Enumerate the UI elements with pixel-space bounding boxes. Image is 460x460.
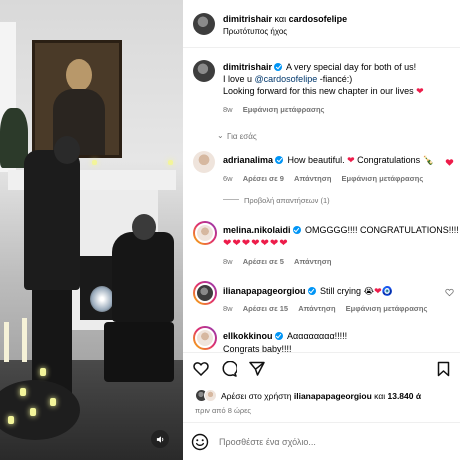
champagne-emoji-icon: 🍾 [422, 155, 434, 165]
reply-button[interactable]: Απάντηση [294, 257, 331, 266]
comment-item: ilianapapageorgiou Still crying 😭❤🧿 [223, 286, 393, 297]
coauthor-link[interactable]: cardosofelipe [289, 14, 348, 24]
mute-button[interactable] [151, 430, 169, 448]
caption-line2-prefix: I love u [223, 74, 255, 84]
share-icon[interactable] [249, 361, 265, 376]
view-replies[interactable]: Προβολή απαντήσεων (1) [223, 196, 330, 205]
comment-item: adrianalima How beautiful. ❤ Congratulat… [223, 155, 434, 166]
tea-light [30, 408, 36, 416]
reply-button[interactable]: Απάντηση [298, 304, 335, 313]
reply-button[interactable]: Απάντηση [294, 174, 331, 183]
tea-light [50, 398, 56, 406]
comment-avatar[interactable] [193, 326, 217, 350]
like-comment-icon[interactable] [445, 158, 454, 167]
comment-text-2: Congratulations [354, 155, 423, 165]
author-avatar[interactable] [193, 13, 215, 35]
comment-user[interactable]: ellkokkinou [223, 331, 273, 341]
comment-time: 8w [223, 304, 233, 313]
likes-summary: Αρέσει στο χρήστη ilianapapageorgiou και… [221, 391, 421, 401]
view-replies-label: Προβολή απαντήσεων (1) [244, 196, 330, 205]
comment-avatar[interactable] [193, 151, 215, 173]
heart-emoji-icon: ❤ [374, 286, 382, 296]
standing-man [24, 136, 80, 400]
heart-emoji-icon: ❤ [347, 155, 355, 165]
author-link[interactable]: dimitrishair [223, 14, 272, 24]
tea-light [40, 368, 46, 376]
like-comment-icon[interactable] [445, 288, 454, 297]
heart-emoji-icon: ❤ [416, 86, 424, 96]
verified-badge-icon [292, 226, 301, 234]
post-panel: dimitrishair και cardosofelipe Πρωτότυπο… [183, 0, 460, 460]
comment-time: 8w [223, 257, 233, 266]
verified-badge-icon [307, 287, 316, 295]
verified-badge-icon [275, 156, 284, 164]
caption-avatar[interactable] [193, 60, 215, 82]
hearts-emoji-icon: ❤❤❤❤❤❤❤ [223, 238, 289, 249]
comment-likes[interactable]: Αρέσει σε 15 [243, 304, 288, 313]
comment-likes[interactable]: Αρέσει σε 5 [243, 257, 284, 266]
translate-button[interactable]: Εμφάνιση μετάφρασης [342, 174, 424, 183]
comment-meta: 6w Αρέσει σε 9 Απάντηση Εμφάνιση μετάφρα… [223, 174, 431, 183]
post-video[interactable] [0, 0, 183, 460]
comment-user[interactable]: adrianalima [223, 155, 273, 165]
liker-avatar [204, 389, 217, 402]
comment-user[interactable]: ilianapapageorgiou [223, 286, 306, 296]
comment-avatar[interactable] [193, 221, 217, 245]
tea-light [20, 388, 26, 396]
nazar-emoji-icon: 🧿 [381, 286, 393, 296]
comment-item: melina.nikolaidi OMGGGG!!!! CONGRATULATI… [223, 224, 459, 250]
tea-light [8, 416, 14, 424]
caption-author[interactable]: dimitrishair [223, 62, 272, 72]
audio-label[interactable]: Πρωτότυπος ήχος [223, 27, 287, 36]
caption-line3: Looking forward for this new chapter in … [223, 86, 414, 96]
comment-text: OMGGGG!!!! CONGRATULATIONS!!!! [305, 225, 459, 235]
kneeling-man [104, 214, 174, 382]
comment-meta: 8w Αρέσει σε 5 Απάντηση [223, 257, 339, 266]
post-header: dimitrishair και cardosofelipe Πρωτότυπο… [183, 0, 460, 48]
likes-user[interactable]: ilianapapageorgiou [294, 391, 372, 401]
caption-line1: A very special day for both of us! [286, 62, 417, 72]
tea-light [168, 160, 173, 165]
crying-emoji-icon: 😭 [363, 286, 375, 296]
candle [22, 318, 27, 362]
translate-button[interactable]: Εμφάνιση μετάφρασης [346, 304, 428, 313]
comment-time: 6w [223, 174, 233, 183]
comment-meta: 8w Αρέσει σε 15 Απάντηση Εμφάνιση μετάφρ… [223, 304, 435, 313]
speaker-icon [156, 435, 163, 443]
comment-text: How beautiful. [287, 155, 348, 165]
post-time: πριν από 8 ώρες [195, 406, 252, 415]
caption: dimitrishair A very special day for both… [223, 61, 424, 97]
chevron-down-icon[interactable]: ⌄ [217, 131, 224, 140]
post-actions [183, 352, 460, 382]
comment-icon[interactable] [221, 361, 237, 377]
emoji-icon[interactable] [191, 433, 209, 451]
verified-badge-icon [274, 332, 283, 340]
authors-joiner: και [274, 14, 287, 24]
verified-badge-icon [274, 63, 283, 71]
header-authors: dimitrishair και cardosofelipe [223, 14, 347, 24]
caption-translate[interactable]: Εμφάνιση μετάφρασης [243, 105, 325, 114]
comment-avatar[interactable] [193, 281, 217, 305]
tea-light [92, 160, 97, 165]
comment-text: Still crying [320, 286, 364, 296]
likes-prefix: Αρέσει στο χρήστη [221, 391, 294, 401]
caption-mention[interactable]: @cardosofelipe [255, 74, 318, 84]
candle [4, 322, 9, 362]
comment-user[interactable]: melina.nikolaidi [223, 225, 291, 235]
comment-likes[interactable]: Αρέσει σε 9 [243, 174, 284, 183]
likes-count[interactable]: 13.840 ά [387, 391, 421, 401]
likes-middle: και [371, 391, 388, 401]
save-icon[interactable] [437, 361, 450, 377]
caption-time: 8w [223, 105, 233, 114]
caption-line2-suffix: -fiancé:) [317, 74, 353, 84]
for-you-label[interactable]: Για εσάς [227, 132, 257, 141]
comment-text: Ααααααααα!!!!! [287, 331, 348, 341]
comment-bar [183, 422, 460, 460]
caption-meta: 8w Εμφάνιση μετάφρασης [223, 105, 332, 114]
like-post-icon[interactable] [193, 361, 209, 376]
comment-input[interactable] [219, 434, 449, 450]
